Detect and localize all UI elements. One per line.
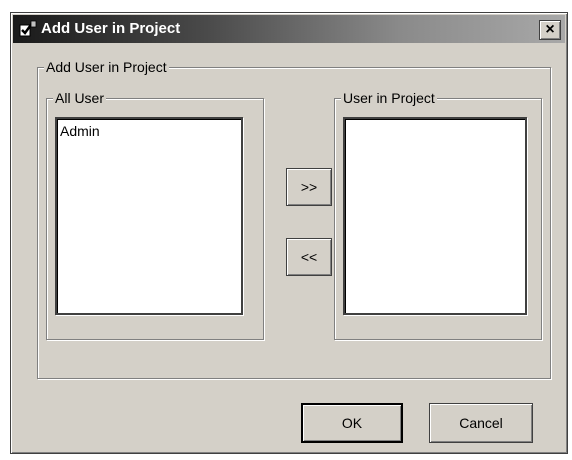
add-user-groupbox: Add User in Project All User Admin >> <<… xyxy=(37,58,551,379)
all-user-groupbox: All User Admin xyxy=(46,89,264,340)
all-users-listbox[interactable]: Admin xyxy=(55,117,243,315)
add-user-group-title: Add User in Project xyxy=(44,58,169,76)
title-bar[interactable]: Add User in Project × xyxy=(13,15,565,43)
all-user-group-title: All User xyxy=(53,89,107,107)
dialog-window: Add User in Project × Add User in Projec… xyxy=(10,12,568,454)
user-in-project-groupbox: User in Project xyxy=(334,89,542,340)
close-button[interactable]: × xyxy=(539,20,561,40)
list-item[interactable]: Admin xyxy=(57,119,241,140)
ok-button[interactable]: OK xyxy=(301,403,403,443)
app-icon xyxy=(19,20,37,37)
window-title: Add User in Project xyxy=(41,20,181,37)
remove-user-button[interactable]: << xyxy=(286,238,332,276)
user-in-project-group-title: User in Project xyxy=(341,89,437,107)
cancel-button[interactable]: Cancel xyxy=(429,403,533,443)
close-icon: × xyxy=(545,21,555,38)
project-users-listbox[interactable] xyxy=(343,117,527,315)
add-user-button[interactable]: >> xyxy=(286,168,332,206)
